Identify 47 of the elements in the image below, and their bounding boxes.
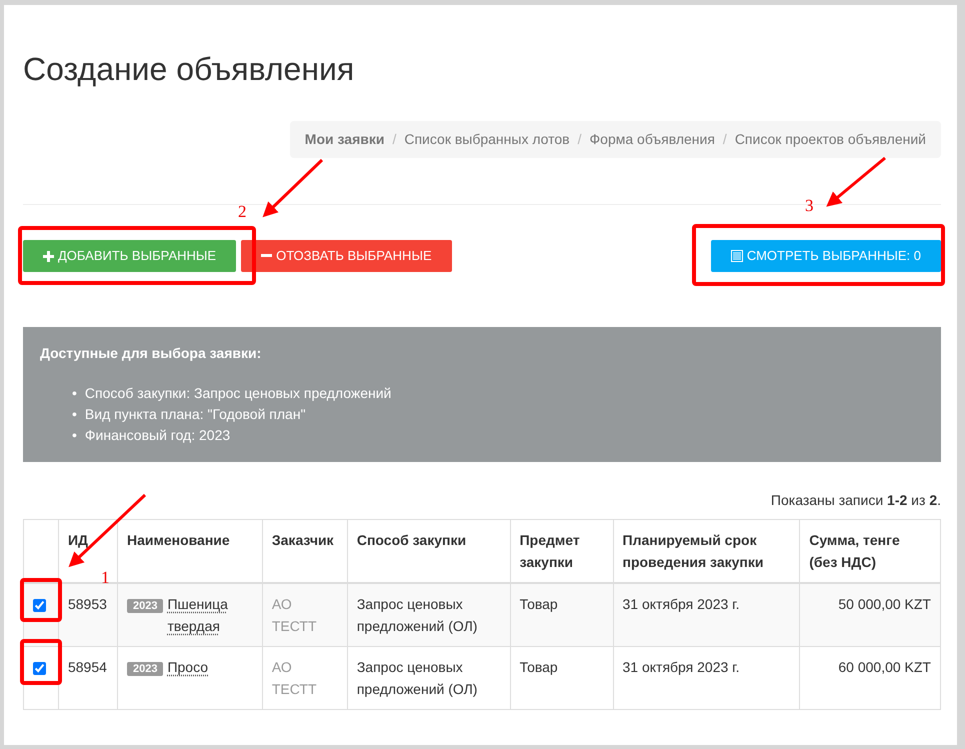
lot-name-link[interactable]: Пшеница твердая <box>167 592 242 637</box>
breadcrumb-link[interactable]: Список выбранных лотов <box>404 129 570 150</box>
minus-icon <box>261 254 272 258</box>
date-cell: 31 октября 2023 г. <box>622 596 740 612</box>
info-item: Финансовый год: 2023 <box>84 426 230 445</box>
id-cell: 58953 <box>68 596 107 612</box>
subject-cell: Товар <box>520 596 558 612</box>
highlight-frame <box>20 578 62 622</box>
date-cell: 31 октября 2023 г. <box>622 658 740 675</box>
year-badge: 2023 <box>126 598 164 613</box>
subject-cell: Товар <box>520 658 558 675</box>
remove-button[interactable]: ОТОЗВАТЬ ВЫБРАННЫЕ <box>241 240 452 272</box>
breadcrumb-separator: / <box>392 130 396 149</box>
info-item: Вид пункта плана: "Годовой план" <box>84 404 306 424</box>
annotation-number: 2 <box>238 203 246 221</box>
bullet-mark: • <box>72 384 77 403</box>
year-badge: 2023 <box>126 662 164 676</box>
id-cell: 58954 <box>68 658 107 675</box>
method-cell: Запрос ценовых предложений (ОЛ) <box>356 596 478 634</box>
annotation-arrow <box>262 158 324 218</box>
list-icon <box>730 250 743 262</box>
row-checkbox[interactable] <box>33 598 46 612</box>
page-title: Создание объявления <box>23 50 356 89</box>
records-summary: Показаны записи 1-2 из 2. <box>770 490 941 510</box>
annotation-number: 1 <box>101 569 110 587</box>
bullet-mark: • <box>72 426 77 445</box>
breadcrumb-link[interactable]: Форма объявления <box>590 129 715 150</box>
method-cell: Запрос ценовых предложений (ОЛ) <box>356 658 478 697</box>
info-heading: Доступные для выбора заявки: <box>40 345 262 362</box>
breadcrumb-link[interactable]: Список проектов объявлений <box>734 129 926 150</box>
lot-name-link[interactable]: Просо <box>167 656 208 678</box>
sum-cell: 50 000,00 KZT <box>838 596 931 612</box>
sum-cell: 60 000,00 KZT <box>838 658 931 675</box>
highlight-frame <box>20 639 62 685</box>
plus-icon <box>43 250 54 262</box>
row-checkbox[interactable] <box>33 662 46 675</box>
bullet-mark: • <box>72 404 77 424</box>
breadcrumb-separator: / <box>578 130 582 149</box>
breadcrumb-link[interactable]: Мои заявки <box>304 129 384 150</box>
customer-cell: АО ТЕСТТ <box>272 596 317 634</box>
annotation-number: 3 <box>805 197 814 215</box>
view-button[interactable]: СМОТРЕТЬ ВЫБРАННЫЕ: 0 <box>710 240 941 272</box>
customer-cell: АО ТЕСТТ <box>272 658 317 697</box>
info-item: Способ закупки: Запрос ценовых предложений <box>84 384 392 403</box>
breadcrumb-separator: / <box>722 130 727 149</box>
add-button[interactable]: ДОБАВИТЬ ВЫБРАННЫЕ <box>23 240 236 272</box>
annotation-arrow <box>826 156 886 207</box>
